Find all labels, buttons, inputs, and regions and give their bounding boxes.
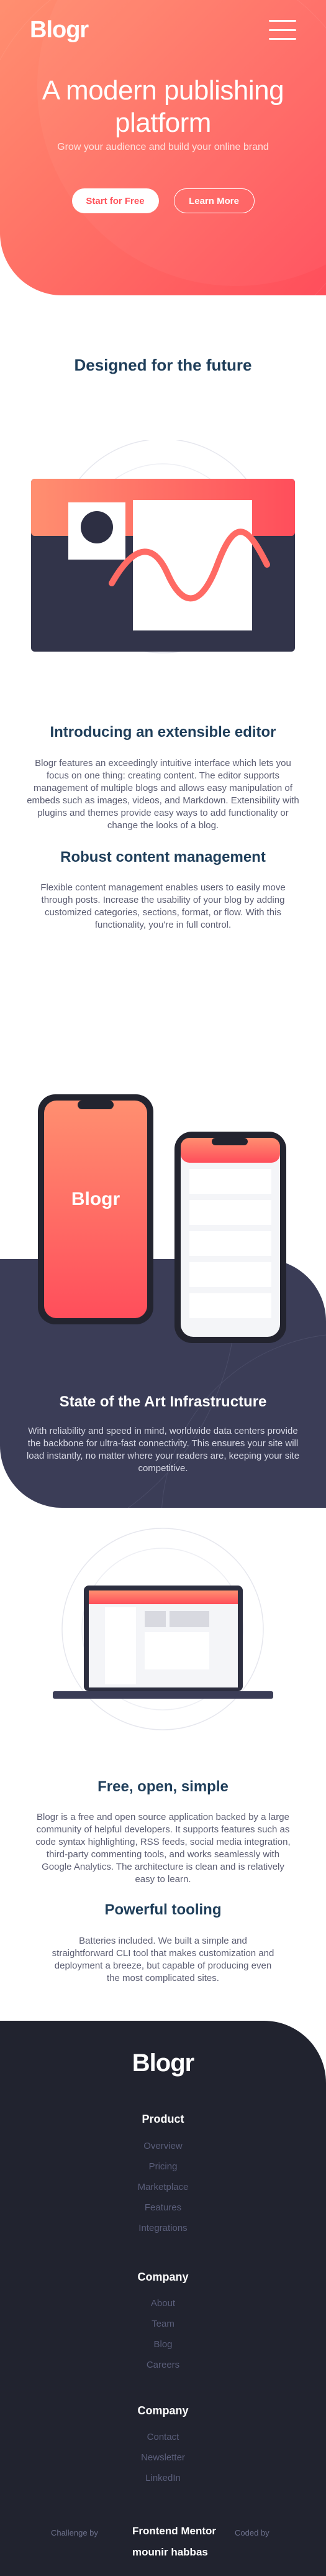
feature-title-content: Robust content management (60, 849, 266, 866)
learn-more-button[interactable]: Learn More (173, 188, 255, 213)
attribution-author-link[interactable]: mounir habbas (132, 2546, 208, 2559)
feature-title-editor: Introducing an extensible editor (50, 724, 276, 741)
top-navigation-bar: Blogr (30, 17, 296, 44)
infrastructure-title: State of the Art Infrastructure (59, 1393, 267, 1410)
footer-link-team[interactable]: Team (0, 2319, 326, 2329)
footer-link-blog[interactable]: Blog (0, 2339, 326, 2350)
section-heading-future: Designed for the future (74, 356, 252, 374)
footer-link-overview[interactable]: Overview (0, 2141, 326, 2151)
attribution-coded-prefix: Coded by (235, 2528, 269, 2537)
site-footer: Blogr Product Overview Pricing Marketpla… (0, 2021, 326, 2576)
infrastructure-body: With reliability and speed in mind, worl… (26, 1426, 300, 1474)
hamburger-menu-icon[interactable] (269, 20, 296, 40)
footer-heading-company: Company (137, 2271, 189, 2283)
footer-link-newsletter[interactable]: Newsletter (0, 2452, 326, 2463)
laptop-illustration (53, 1528, 273, 1730)
footer-heading-company-2: Company (137, 2404, 189, 2417)
start-for-free-button[interactable]: Start for Free (71, 188, 159, 213)
feature-body-editor: Blogr features an exceedingly intuitive … (27, 758, 299, 831)
feature-body-free: Blogr is a free and open source applicat… (35, 1812, 291, 1885)
footer-heading-product: Product (142, 2113, 184, 2125)
footer-link-integrations[interactable]: Integrations (0, 2223, 326, 2233)
attribution-frontend-mentor-link[interactable]: Frontend Mentor (132, 2525, 216, 2537)
hero-cta-group: Start for Free Learn More (0, 188, 326, 213)
feature-body-content: Flexible content management enables user… (40, 882, 286, 930)
footer-link-pricing[interactable]: Pricing (0, 2161, 326, 2172)
footer-link-features[interactable]: Features (0, 2202, 326, 2213)
site-logo[interactable]: Blogr (30, 17, 89, 44)
footer-link-linkedin[interactable]: LinkedIn (0, 2473, 326, 2483)
attribution-challenge-prefix: Challenge by (51, 2528, 98, 2537)
phone-logo: Blogr (71, 1189, 120, 1209)
footer-logo[interactable]: Blogr (0, 2049, 326, 2077)
footer-link-about[interactable]: About (0, 2298, 326, 2309)
feature-title-tooling: Powerful tooling (104, 1901, 222, 1918)
phones-illustration (38, 1094, 286, 1343)
hero-section: Blogr A modern publishing platform Grow … (0, 0, 326, 295)
footer-link-marketplace[interactable]: Marketplace (0, 2182, 326, 2192)
hero-subtitle: Grow your audience and build your online… (57, 142, 269, 152)
feature-body-tooling: Batteries included. We built a simple an… (52, 1936, 274, 1983)
editor-illustration (31, 440, 295, 653)
feature-title-free: Free, open, simple (97, 1778, 229, 1795)
hero-title: A modern publishing platform (42, 75, 284, 138)
footer-link-careers[interactable]: Careers (0, 2360, 326, 2370)
footer-link-contact[interactable]: Contact (0, 2432, 326, 2442)
